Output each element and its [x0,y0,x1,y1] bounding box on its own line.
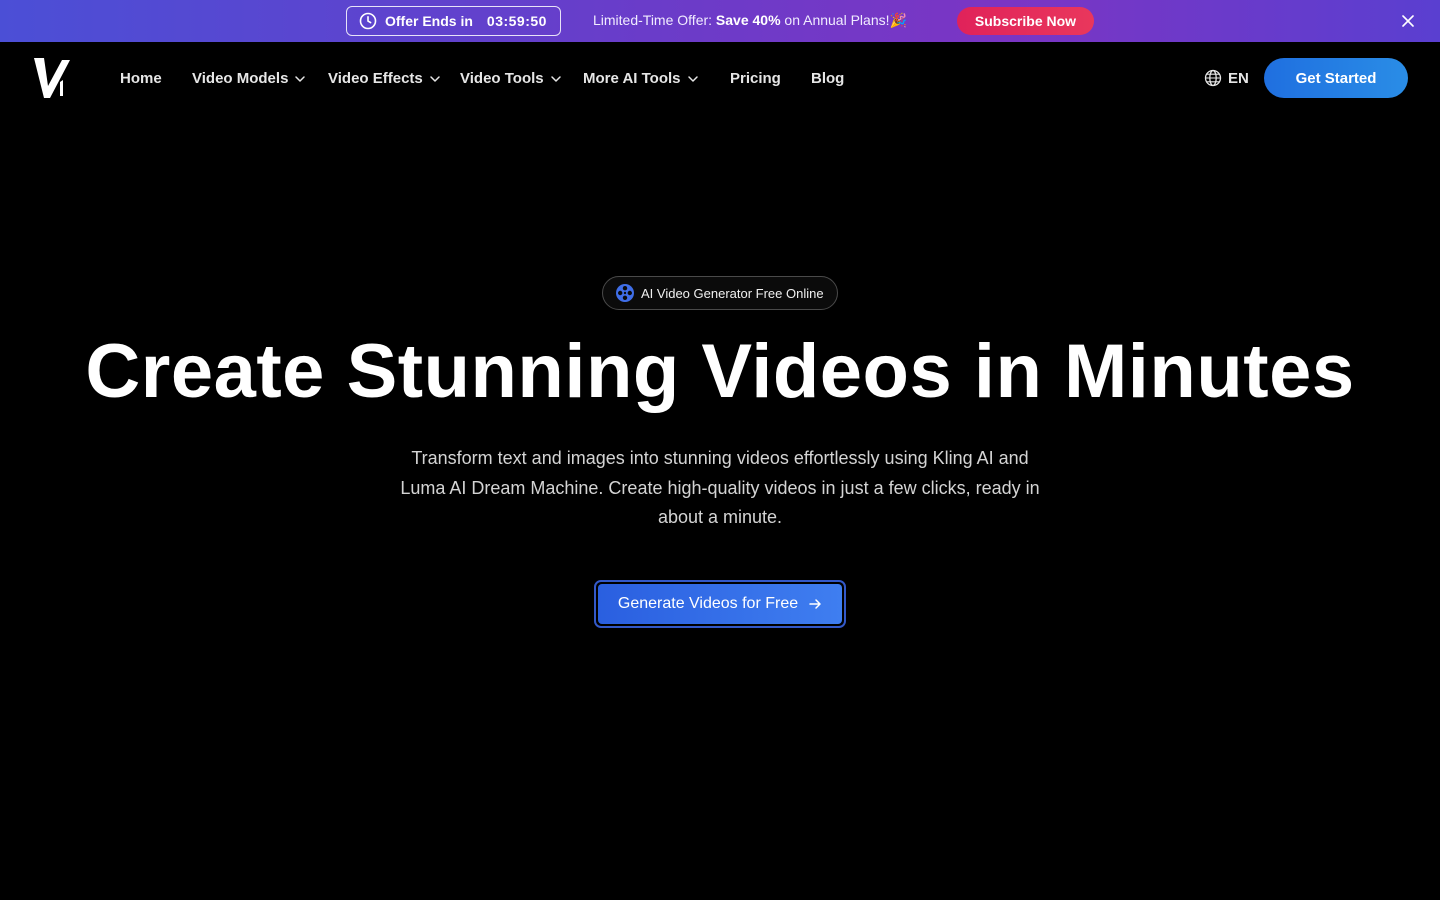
hero-title: Create Stunning Videos in Minutes [85,329,1355,414]
offer-text: Limited-Time Offer: Save 40% on Annual P… [593,12,907,29]
hero-badge: AI Video Generator Free Online [602,276,838,310]
promo-banner: Offer Ends in 03:59:50 Limited-Time Offe… [0,0,1440,42]
offer-prefix: Limited-Time Offer: [593,12,713,28]
clock-icon [359,12,377,30]
nav-video-models-label: Video Models [192,70,289,87]
hero-subtitle: Transform text and images into stunning … [400,448,1040,527]
nav-video-tools-label: Video Tools [460,70,544,87]
chevron-down-icon [687,73,699,85]
chevron-down-icon [550,73,562,85]
nav-pricing[interactable]: Pricing [730,70,781,87]
nav-home-label: Home [120,70,162,87]
film-reel-icon [615,283,635,303]
chevron-down-icon [294,73,306,85]
get-started-button[interactable]: Get Started [1264,58,1408,98]
close-icon[interactable] [1398,11,1418,31]
arrow-right-icon [808,597,822,611]
globe-icon [1204,69,1222,87]
offer-timer: Offer Ends in 03:59:50 [346,6,561,36]
chevron-down-icon [429,73,441,85]
generate-videos-button[interactable]: Generate Videos for Free [598,584,842,624]
nav-video-models[interactable]: Video Models [192,70,306,87]
language-label: EN [1228,69,1249,87]
subscribe-button[interactable]: Subscribe Now [957,7,1094,35]
cta-outline: Generate Videos for Free [594,580,846,628]
timer-countdown: 03:59:50 [486,13,547,29]
timer-label: Offer Ends in [385,13,473,29]
party-icon: 🎉 [889,12,907,28]
generate-videos-label: Generate Videos for Free [617,595,799,612]
offer-discount: Save 40% [715,12,781,28]
nav-video-effects[interactable]: Video Effects [328,70,441,87]
nav-video-effects-label: Video Effects [328,70,423,87]
nav-blog-label: Blog [811,70,845,87]
nav-video-tools[interactable]: Video Tools [460,70,562,87]
nav-pricing-label: Pricing [730,70,781,87]
hero-badge-label: AI Video Generator Free Online [641,285,824,301]
top-navbar: Home Video Models Video Effects Video To… [0,42,1440,114]
nav-more-ai-tools-label: More AI Tools [583,70,681,87]
nav-blog[interactable]: Blog [811,70,844,87]
language-selector[interactable]: EN [1204,69,1249,87]
nav-home[interactable]: Home [120,70,162,87]
v1-logo-icon[interactable] [32,56,72,100]
nav-more-ai-tools[interactable]: More AI Tools [583,70,699,87]
offer-suffix: on Annual Plans! [784,12,890,28]
